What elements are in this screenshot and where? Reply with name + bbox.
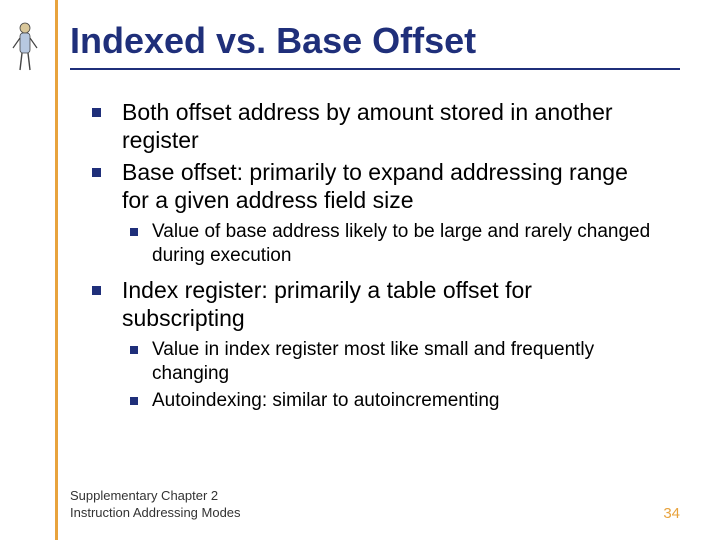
footer-line1: Supplementary Chapter 2 — [70, 488, 241, 505]
bullet-text: Index register: primarily a table offset… — [122, 277, 532, 331]
sub-bullet-item: Value of base address likely to be large… — [122, 220, 654, 268]
slide-title: Indexed vs. Base Offset — [70, 20, 680, 70]
footer-line2: Instruction Addressing Modes — [70, 505, 241, 522]
slide-content: Both offset address by amount stored in … — [74, 98, 654, 413]
sub-bullet-item: Value in index register most like small … — [122, 338, 654, 386]
slide-decoration-icon — [10, 20, 40, 75]
bullet-text: Base offset: primarily to expand address… — [122, 159, 628, 213]
vertical-rule — [55, 0, 58, 540]
sub-bullet-item: Autoindexing: similar to autoincrementin… — [122, 389, 654, 413]
slide-footer: Supplementary Chapter 2 Instruction Addr… — [70, 488, 680, 522]
bullet-item: Index register: primarily a table offset… — [74, 276, 654, 413]
bullet-item: Both offset address by amount stored in … — [74, 98, 654, 154]
page-number: 34 — [663, 505, 680, 522]
footer-chapter: Supplementary Chapter 2 Instruction Addr… — [70, 488, 241, 522]
bullet-item: Base offset: primarily to expand address… — [74, 158, 654, 268]
